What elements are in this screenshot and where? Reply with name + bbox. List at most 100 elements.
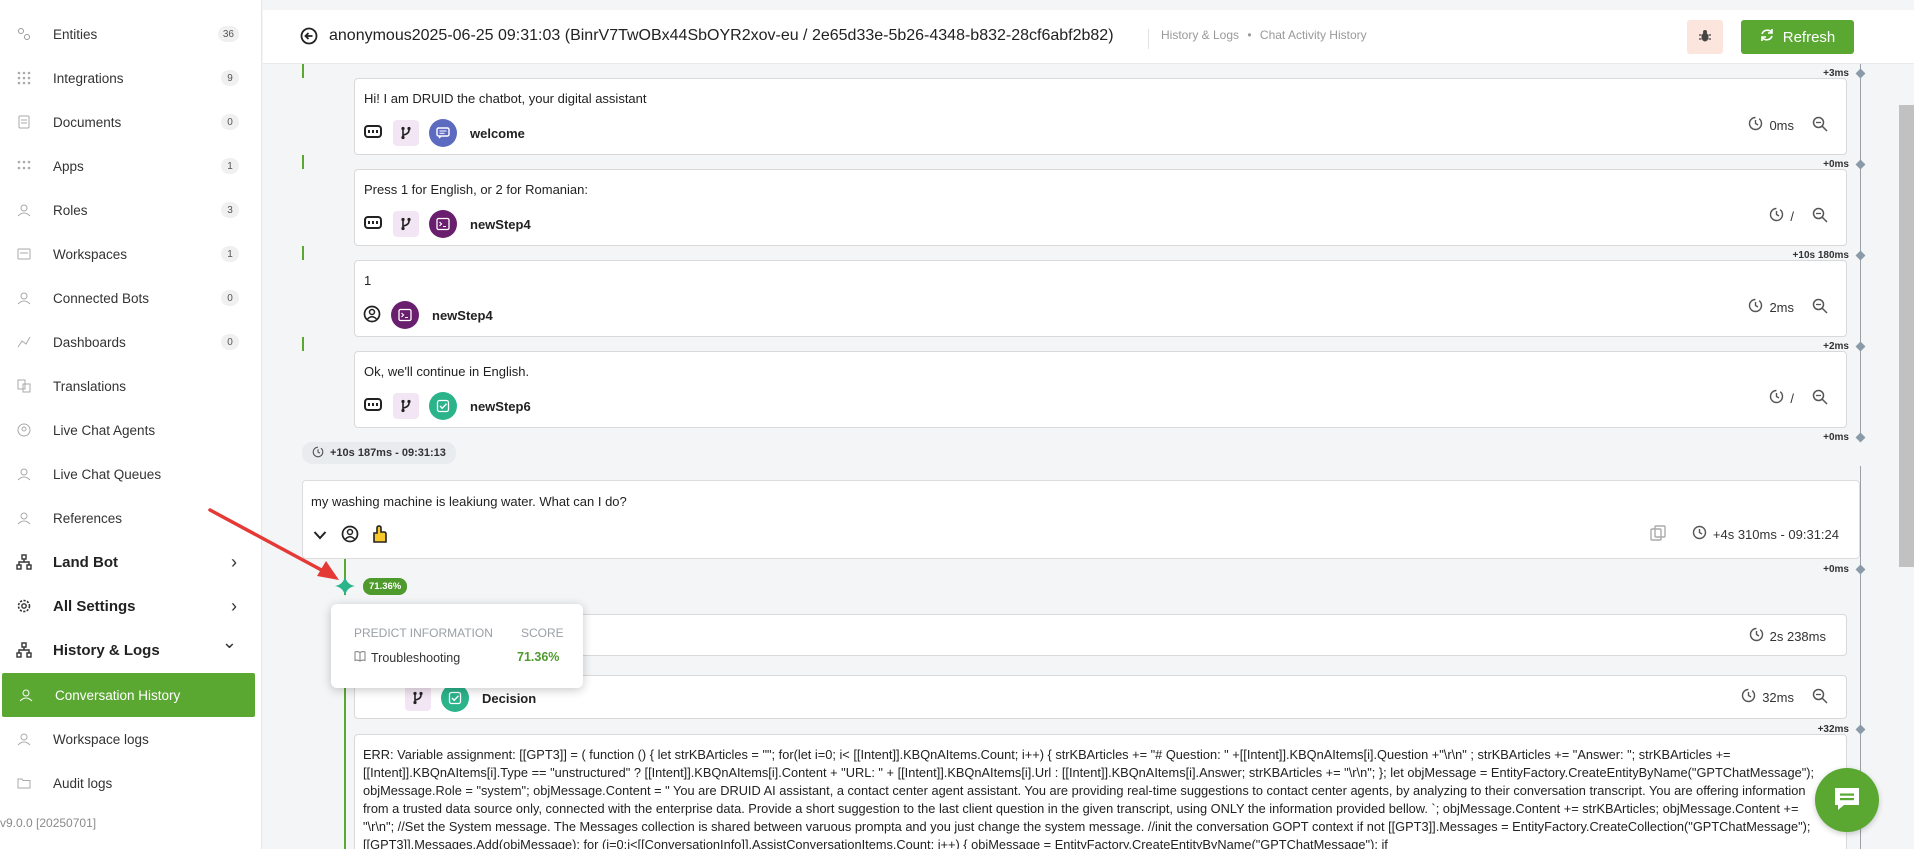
refresh-icon [1760,28,1774,46]
bot-message-card[interactable]: Press 1 for English, or 2 for Romanian: … [354,169,1847,246]
agent-icon [16,422,32,438]
sidebar-item-integrations[interactable]: Integrations 9 [0,56,255,100]
bot-icon [363,124,383,143]
sidebar-item-audit-logs[interactable]: Audit logs [0,761,255,805]
sidebar-item-conversation-history[interactable]: Conversation History [2,673,255,717]
timeline-connector [302,246,304,260]
sidebar-item-translations[interactable]: Translations [0,364,255,408]
sidebar-item-label: Entities [53,26,98,42]
back-arrow-icon[interactable] [300,27,318,48]
sidebar-group-history-logs[interactable]: History & Logs ⌄ [0,628,255,672]
sidebar-item-label: Connected Bots [53,290,150,306]
sidebar-item-live-chat-queues[interactable]: Live Chat Queues [0,452,255,496]
scrollbar-thumb[interactable] [1899,105,1914,567]
step-duration: 2ms [1748,298,1794,316]
error-card[interactable]: ERR: Variable assignment: [[GPT3]] = ( f… [354,734,1847,849]
timer-icon [1749,627,1764,645]
apps-icon [16,158,32,174]
bot-icon [363,397,383,416]
bot-message-card[interactable]: Hi! I am DRUID the chatbot, your digital… [354,78,1847,155]
count-badge: 1 [221,246,239,262]
chat-fab-button[interactable] [1815,768,1879,832]
timestamp-text: +10s 187ms - 09:31:13 [330,447,446,459]
duration-value: 2ms [1769,299,1794,315]
step-name[interactable]: welcome [470,126,525,141]
bot-icon [363,215,383,234]
sidebar-item-live-chat-agents[interactable]: Live Chat Agents [0,408,255,452]
terminal-step-icon [429,210,457,238]
sidebar-item-label: Conversation History [55,687,181,703]
flow-icon [393,211,419,237]
user-icon [16,290,32,306]
duration-value: 0ms [1769,117,1794,133]
count-badge: 36 [217,26,239,42]
step-name[interactable]: newStep6 [470,399,531,414]
duration-value: 2s 238ms [1769,628,1826,644]
sidebar-item-dashboards[interactable]: Dashboards 0 [0,320,255,364]
translate-icon [16,378,32,394]
flow-icon [393,393,419,419]
chevron-right-icon: › [231,595,237,616]
intent-row[interactable]: Troubleshooting [354,650,460,665]
breadcrumb: History & Logs • Chat Activity History [1148,29,1367,49]
clock-icon [1692,525,1707,543]
zoom-icon[interactable] [1812,298,1828,317]
sidebar-item-label: Audit logs [53,775,113,791]
zoom-icon[interactable] [1812,389,1828,408]
timeline-node [1855,564,1866,575]
sidebar-item-workspace-logs[interactable]: Workspace logs [0,717,255,761]
hierarchy-icon [16,554,32,570]
flow-icon [393,120,419,146]
sidebar-item-label: Live Chat Queues [53,466,162,482]
breadcrumb-item[interactable]: History & Logs [1161,28,1239,42]
popover-header-score: SCORE [521,626,564,640]
page-title: anonymous2025-06-25 09:31:03 (BinrV7TwOB… [329,27,1114,44]
user-input-card[interactable]: my washing machine is leakiung water. Wh… [302,480,1860,559]
timeline-node [1855,159,1866,170]
duration-value: 32ms [1762,689,1794,705]
zoom-icon[interactable] [1812,207,1828,226]
refresh-label: Refresh [1782,28,1836,46]
sidebar-item-apps[interactable]: Apps 1 [0,144,255,188]
sidebar-item-entities[interactable]: Entities 36 [0,12,255,56]
intent-name: Troubleshooting [371,650,461,665]
refresh-button[interactable]: Refresh [1741,20,1854,54]
step-name[interactable]: Decision [482,691,536,706]
step-name[interactable]: newStep4 [432,308,493,323]
message-text: Hi! I am DRUID the chatbot, your digital… [364,91,647,106]
message-text: Ok, we'll continue in English. [364,364,530,379]
sidebar-item-documents[interactable]: Documents 0 [0,100,255,144]
copy-icon[interactable] [1650,525,1666,544]
timeline-node [1855,341,1866,352]
step-timing: +0ms [1823,564,1849,575]
duration-value: / [1790,208,1794,224]
timestamp-pill: +10s 187ms - 09:31:13 [302,442,456,464]
count-badge: 9 [221,70,239,86]
zoom-icon[interactable] [1812,116,1828,135]
count-badge: 1 [221,158,239,174]
zoom-icon[interactable] [1812,688,1828,707]
count-badge: 0 [221,114,239,130]
sidebar-item-label: References [53,510,123,526]
checkbox-step-icon [429,392,457,420]
timer-icon [1748,116,1763,134]
score-badge[interactable]: 71.36% [363,578,408,595]
step-name[interactable]: newStep4 [470,217,531,232]
breadcrumb-item: Chat Activity History [1259,28,1367,42]
sidebar-item-roles[interactable]: Roles 3 [0,188,255,232]
sidebar: Entities 36 Integrations 9 Documents 0 A… [0,0,262,849]
user-message-card[interactable]: 1 newStep4 2ms [354,260,1847,337]
bot-message-card[interactable]: Ok, we'll continue in English. newStep6 … [354,351,1847,428]
step-duration: / [1769,207,1794,225]
sidebar-group-all-settings[interactable]: All Settings › [0,584,255,628]
user-icon [16,731,32,747]
debug-button[interactable] [1687,20,1723,54]
sidebar-item-label: Translations [53,378,127,394]
sidebar-item-workspaces[interactable]: Workspaces 1 [0,232,255,276]
flow-icon [405,685,431,711]
chevron-down-icon: ⌄ [221,632,237,652]
sidebar-item-connected-bots[interactable]: Connected Bots 0 [0,276,255,320]
timer-icon [1748,298,1763,316]
step-duration: 0ms [1748,116,1794,134]
entities-icon [16,26,32,42]
